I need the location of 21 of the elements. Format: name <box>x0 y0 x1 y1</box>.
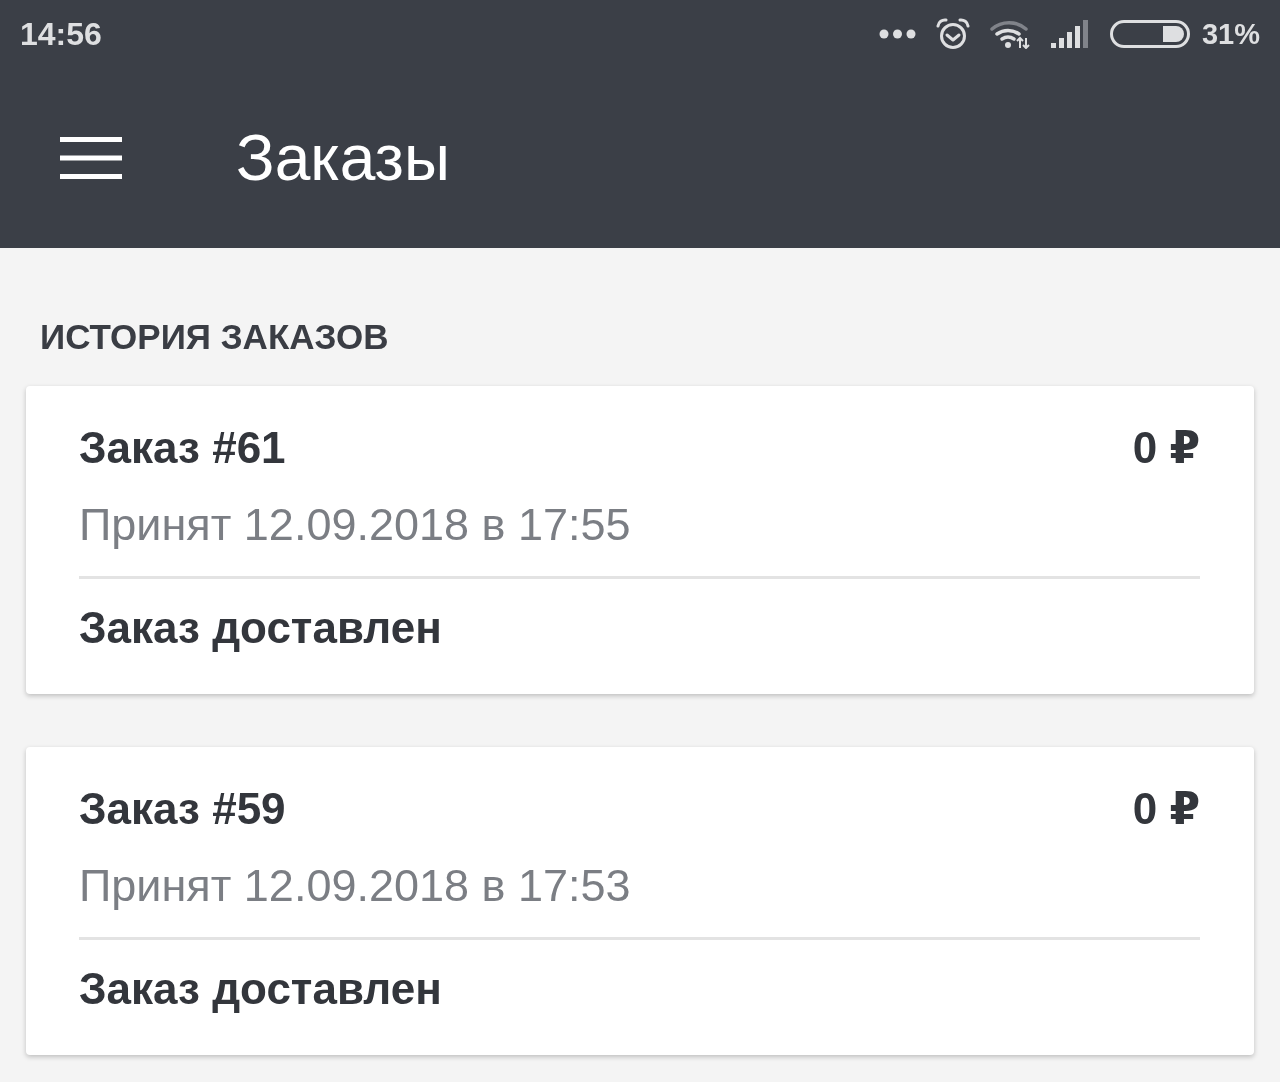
order-card[interactable]: Заказ #61 0 ₽ Принят 12.09.2018 в 17:55 Заказ доставлен <box>26 386 1254 694</box>
signal-icon <box>1049 19 1090 49</box>
order-title: Заказ #61 <box>79 422 286 474</box>
order-title: Заказ #59 <box>79 783 286 835</box>
menu-button[interactable] <box>60 136 122 180</box>
section-heading: ИСТОРИЯ ЗАКАЗОВ <box>40 316 390 358</box>
page-title: Заказы <box>236 122 450 194</box>
order-status: Заказ доставлен <box>79 963 443 1015</box>
battery-percent: 31% <box>1201 17 1260 51</box>
wifi-icon <box>989 19 1030 49</box>
order-price: 0 ₽ <box>1132 783 1200 835</box>
order-card[interactable]: Заказ #59 0 ₽ Принят 12.09.2018 в 17:53 Заказ доставлен <box>26 747 1254 1055</box>
status-time: 14:56 <box>20 15 102 53</box>
order-date: Принят 12.09.2018 в 17:55 <box>79 498 632 552</box>
battery-icon <box>1109 20 1190 48</box>
alarm-clock-icon <box>935 18 970 50</box>
more-dots-icon <box>878 29 916 39</box>
order-date: Принят 12.09.2018 в 17:53 <box>79 859 632 913</box>
menu-icon <box>60 136 122 180</box>
order-status: Заказ доставлен <box>79 602 443 654</box>
order-price: 0 ₽ <box>1132 422 1200 474</box>
